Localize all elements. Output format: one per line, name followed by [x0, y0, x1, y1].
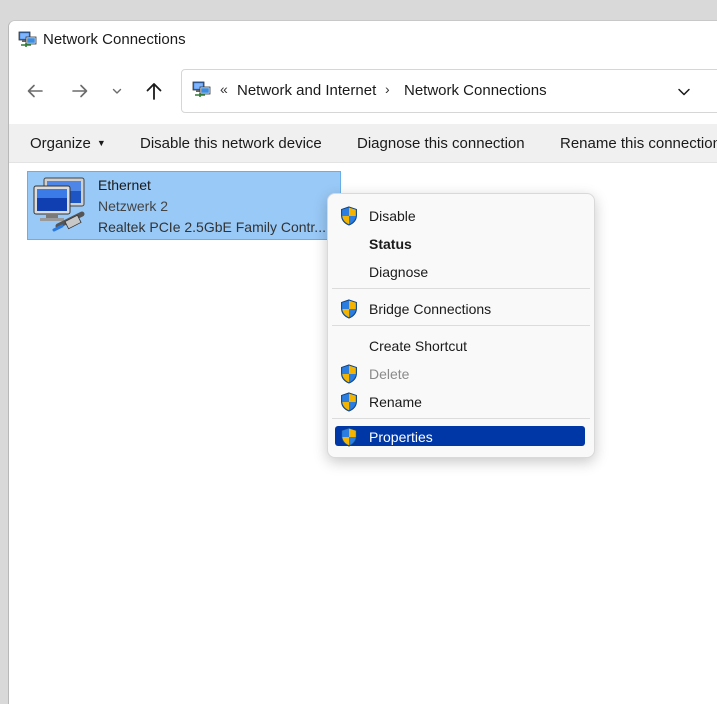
organize-button[interactable]: Organize ▼: [30, 135, 106, 152]
breadcrumb-network-and-internet[interactable]: Network and Internet: [237, 82, 376, 99]
menu-item-label: Create Shortcut: [369, 338, 468, 354]
menu-item-create-shortcut[interactable]: Create Shortcut: [335, 335, 585, 355]
menu-item-label: Disable: [369, 208, 416, 224]
forward-arrow-icon: [72, 84, 88, 98]
menu-item-status[interactable]: Status: [335, 233, 585, 253]
menu-item-label: Rename: [369, 394, 422, 410]
caret-down-icon: ▼: [96, 138, 106, 148]
menu-item-rename[interactable]: Rename: [335, 391, 585, 411]
menu-item-diagnose[interactable]: Diagnose: [335, 261, 585, 281]
ethernet-adapter-icon: [33, 177, 85, 232]
up-button[interactable]: [140, 77, 168, 105]
uac-shield-icon: [340, 206, 358, 226]
network-connections-icon: [192, 80, 212, 100]
recent-locations-button[interactable]: [105, 77, 129, 105]
uac-shield-icon: [340, 364, 358, 384]
menu-item-bridge-connections[interactable]: Bridge Connections: [335, 298, 585, 318]
menu-separator: [332, 288, 590, 289]
diagnose-connection-button[interactable]: Diagnose this connection: [357, 135, 525, 152]
menu-item-properties[interactable]: Properties: [335, 426, 585, 446]
menu-separator: [332, 325, 590, 326]
menu-item-label: Bridge Connections: [369, 301, 492, 317]
up-arrow-icon: [146, 83, 162, 100]
menu-separator: [332, 418, 590, 419]
back-arrow-icon: [27, 84, 43, 98]
connection-name: Ethernet: [98, 177, 151, 193]
menu-item-label: Properties: [369, 429, 433, 445]
menu-item-label: Status: [369, 236, 412, 252]
uac-shield-icon: [340, 299, 358, 319]
menu-item-disable[interactable]: Disable: [335, 205, 585, 225]
breadcrumb-separator[interactable]: ›: [385, 81, 390, 97]
menu-item-label: Diagnose: [369, 264, 429, 280]
network-connections-icon: [18, 30, 38, 50]
uac-shield-icon: [340, 392, 358, 412]
chevron-down-icon: [112, 88, 122, 94]
command-bar: Organize ▼ Disable this network device Di…: [9, 124, 717, 163]
disable-device-button[interactable]: Disable this network device: [140, 135, 322, 152]
connection-adapter: Realtek PCIe 2.5GbE Family Contr...: [98, 219, 326, 235]
address-bar[interactable]: « Network and Internet › Network Connect…: [181, 69, 717, 113]
menu-item-delete: Delete: [335, 363, 585, 383]
list-item-ethernet[interactable]: Ethernet Netzwerk 2 Realtek PCIe 2.5GbE …: [27, 171, 341, 240]
navigation-bar: « Network and Internet › Network Connect…: [9, 59, 717, 123]
forward-button[interactable]: [66, 77, 94, 105]
context-menu: Disable Status Diagnose Bridge Connectio…: [327, 193, 595, 458]
back-button[interactable]: [21, 77, 49, 105]
uac-shield-icon: [340, 427, 358, 447]
breadcrumb-overflow[interactable]: «: [220, 81, 228, 97]
window-title: Network Connections: [43, 31, 186, 48]
title-bar: Network Connections: [9, 21, 717, 59]
address-dropdown-icon[interactable]: [676, 84, 692, 100]
organize-label: Organize: [30, 135, 91, 152]
breadcrumb-network-connections[interactable]: Network Connections: [404, 82, 547, 99]
menu-item-label: Delete: [369, 366, 410, 382]
connection-network: Netzwerk 2: [98, 198, 169, 214]
rename-connection-button[interactable]: Rename this connection: [560, 135, 717, 152]
